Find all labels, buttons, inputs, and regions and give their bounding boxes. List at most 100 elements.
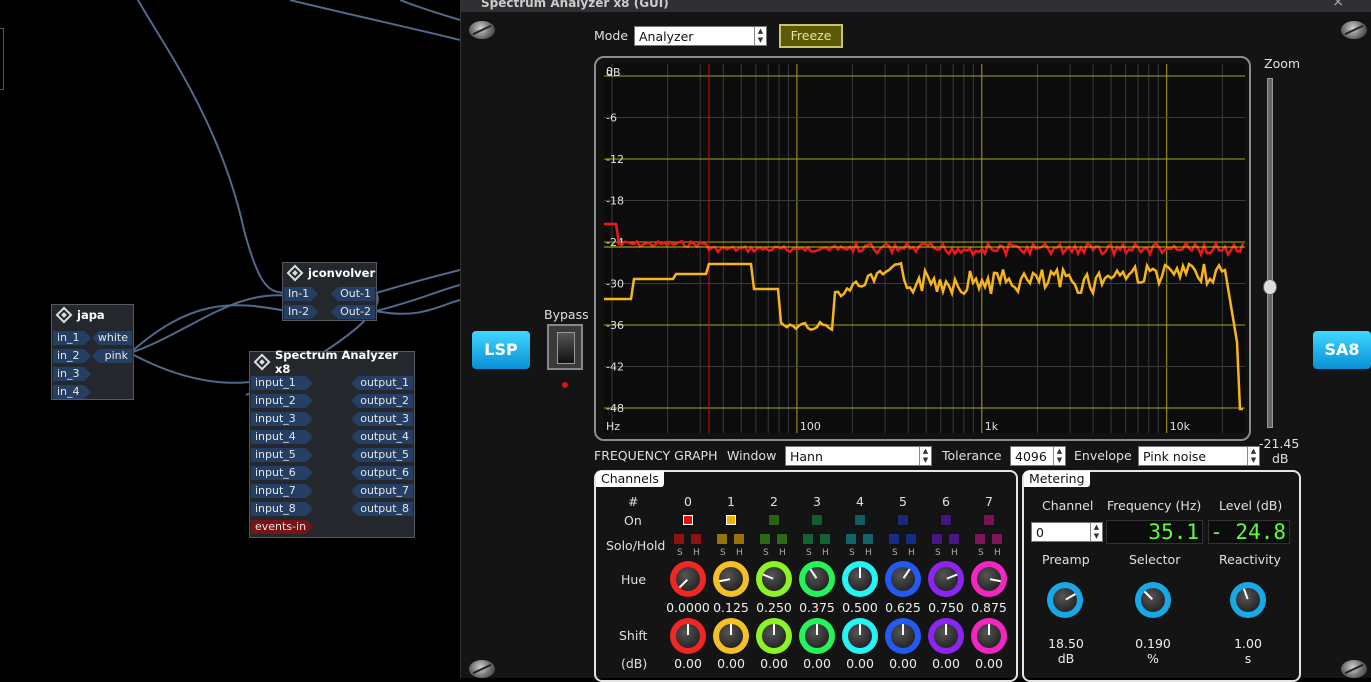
tolerance-select[interactable]: 4096 ▲ ▼ — [1010, 446, 1066, 466]
shift-knob[interactable] — [928, 618, 964, 654]
hold-toggle[interactable] — [862, 533, 874, 545]
reactivity-knob[interactable] — [1230, 582, 1266, 618]
channel-on-toggle[interactable] — [853, 513, 867, 527]
channel-on-toggle[interactable] — [939, 513, 953, 527]
tolerance-label: Tolerance — [942, 448, 1002, 463]
spectrum-graph[interactable]: dB Hz 0-6-12-18-24-30-36-42-48 100 1k 10k — [604, 64, 1245, 433]
port-output-8[interactable]: output_8 — [351, 502, 413, 516]
solo-toggle[interactable] — [673, 533, 685, 545]
port-events-in[interactable]: events-in — [251, 520, 313, 534]
channel-on-toggle[interactable] — [982, 513, 996, 527]
hue-knob[interactable] — [670, 561, 706, 597]
port-output-3[interactable]: output_3 — [351, 412, 413, 426]
y-tick-label: -12 — [606, 153, 624, 166]
hue-knob[interactable] — [928, 561, 964, 597]
shift-knob[interactable] — [842, 618, 878, 654]
shift-knob[interactable] — [670, 618, 706, 654]
node-japa[interactable]: japa in_1 in_2 in_3 in_4 white pink — [51, 304, 134, 400]
solo-toggle[interactable] — [845, 533, 857, 545]
channel-on-toggle[interactable] — [681, 513, 695, 527]
port-in-2[interactable]: in_2 — [53, 349, 91, 363]
port-out-1[interactable]: Out-1 — [331, 287, 375, 301]
port-in-2[interactable]: In-2 — [284, 305, 318, 319]
selector-knob[interactable] — [1135, 582, 1171, 618]
port-in-1[interactable]: In-1 — [284, 287, 318, 301]
hue-knob[interactable] — [971, 561, 1007, 597]
hold-toggle[interactable] — [991, 533, 1003, 545]
screw-icon — [469, 660, 495, 678]
shift-knob[interactable] — [756, 618, 792, 654]
hold-toggle[interactable] — [819, 533, 831, 545]
port-output-7[interactable]: output_7 — [351, 484, 413, 498]
zoom-slider[interactable] — [1263, 78, 1277, 428]
port-in-3[interactable]: in_3 — [53, 367, 91, 381]
port-input-4[interactable]: input_4 — [251, 430, 313, 444]
shift-knob[interactable] — [885, 618, 921, 654]
hue-knob[interactable] — [842, 561, 878, 597]
port-output-6[interactable]: output_6 — [351, 466, 413, 480]
port-input-5[interactable]: input_5 — [251, 448, 313, 462]
hold-toggle[interactable] — [948, 533, 960, 545]
hue-knob[interactable] — [756, 561, 792, 597]
port-in-1[interactable]: in_1 — [53, 331, 91, 345]
hold-toggle[interactable] — [776, 533, 788, 545]
solo-label: S — [892, 548, 898, 558]
shift-knob[interactable] — [971, 618, 1007, 654]
solo-toggle[interactable] — [974, 533, 986, 545]
hold-toggle[interactable] — [733, 533, 745, 545]
close-icon[interactable]: × — [1332, 0, 1344, 10]
port-output-1[interactable]: output_1 — [351, 376, 413, 390]
envelope-label: Envelope — [1074, 448, 1132, 463]
channel-on-toggle[interactable] — [896, 513, 910, 527]
port-input-2[interactable]: input_2 — [251, 394, 313, 408]
solo-toggle[interactable] — [888, 533, 900, 545]
port-output-2[interactable]: output_2 — [351, 394, 413, 408]
port-out-pink[interactable]: pink — [92, 349, 132, 363]
channel-on-toggle[interactable] — [724, 513, 738, 527]
frequency-graph[interactable]: dB Hz 0 -6 -12 -18 -24 -30 -36 -42 -48 100 1k 10k — [594, 56, 1251, 441]
hue-knob[interactable] — [713, 561, 749, 597]
solo-toggle[interactable] — [716, 533, 728, 545]
solo-toggle[interactable] — [931, 533, 943, 545]
plugin-window[interactable]: Spectrum Analyzer x8 (GUI) × Mode Analyz… — [460, 0, 1371, 682]
port-out-2[interactable]: Out-2 — [331, 305, 375, 319]
zoom-slider-handle[interactable] — [1263, 279, 1277, 295]
port-output-5[interactable]: output_5 — [351, 448, 413, 462]
hold-toggle[interactable] — [905, 533, 917, 545]
window-select[interactable]: Hann ▲ ▼ — [785, 446, 932, 466]
envelope-select[interactable]: Pink noise ▲ ▼ — [1138, 446, 1260, 466]
port-input-6[interactable]: input_6 — [251, 466, 313, 480]
meter-channel-value: 0 — [1036, 525, 1044, 540]
solo-toggle[interactable] — [802, 533, 814, 545]
hue-knob[interactable] — [885, 561, 921, 597]
port-input-7[interactable]: input_7 — [251, 484, 313, 498]
patchbay-canvas[interactable]: japa in_1 in_2 in_3 in_4 white pink jcon… — [0, 0, 460, 678]
node-spectrum-analyzer[interactable]: Spectrum Analyzer x8 input_1 input_2 input… — [249, 348, 415, 538]
hue-label: Hue — [621, 572, 647, 587]
hold-toggle[interactable] — [690, 533, 702, 545]
channel-on-toggle[interactable] — [767, 513, 781, 527]
y-tick-label: -6 — [606, 112, 617, 125]
preamp-knob[interactable] — [1047, 582, 1083, 618]
freeze-button[interactable]: Freeze — [779, 24, 843, 48]
hue-value: 0.875 — [971, 600, 1007, 615]
sa8-logo: SA8 — [1313, 331, 1371, 369]
shift-knob[interactable] — [799, 618, 835, 654]
solo-toggle[interactable] — [759, 533, 771, 545]
port-output-4[interactable]: output_4 — [351, 430, 413, 444]
hue-knob[interactable] — [799, 561, 835, 597]
node-title: jconvolver — [308, 266, 376, 280]
meter-channel-select[interactable]: 0 ▲ ▼ — [1031, 522, 1103, 542]
port-input-8[interactable]: input_8 — [251, 502, 313, 516]
port-in-4[interactable]: in_4 — [53, 385, 91, 399]
bypass-switch[interactable] — [547, 324, 583, 370]
port-input-1[interactable]: input_1 — [251, 376, 313, 390]
window-titlebar[interactable]: Spectrum Analyzer x8 (GUI) × — [461, 0, 1371, 12]
metering-title: Metering — [1024, 471, 1090, 487]
port-out-white[interactable]: white — [92, 331, 132, 345]
mode-select[interactable]: Analyzer ▲ ▼ — [634, 26, 767, 46]
node-jconvolver[interactable]: jconvolver In-1 In-2 Out-1 Out-2 — [282, 262, 377, 321]
channel-on-toggle[interactable] — [810, 513, 824, 527]
port-input-3[interactable]: input_3 — [251, 412, 313, 426]
shift-knob[interactable] — [713, 618, 749, 654]
